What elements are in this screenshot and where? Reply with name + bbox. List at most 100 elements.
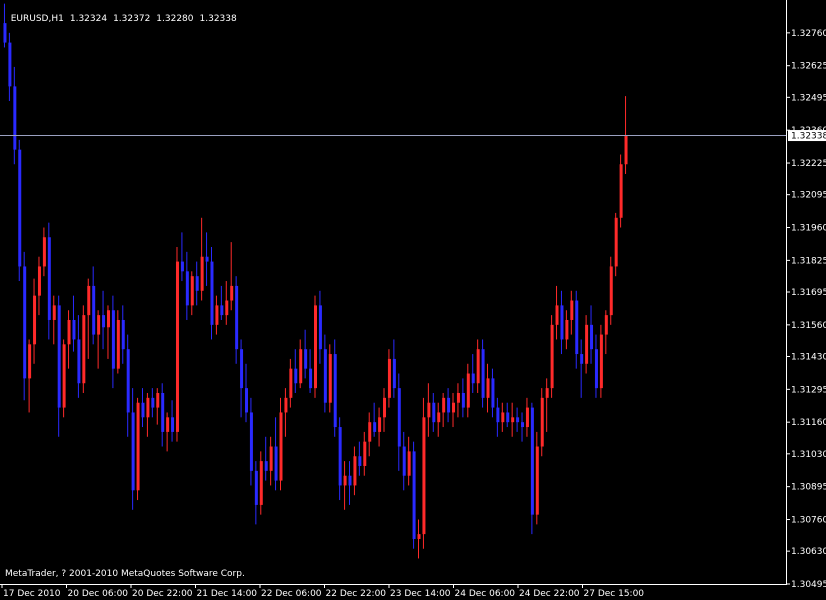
y-tick-label: 1.30495 [791, 580, 826, 590]
candle-body [116, 319, 120, 369]
candle-body [77, 339, 81, 384]
candle-body [254, 470, 258, 505]
candle-body [235, 285, 239, 350]
candle-body [397, 388, 401, 447]
candle-body [599, 334, 603, 389]
open-value: 1.32324 [69, 14, 108, 24]
candle-body [373, 422, 377, 432]
candle-body [585, 324, 589, 364]
candle-body [501, 412, 505, 423]
candle-body [314, 305, 317, 389]
candle-body [452, 402, 456, 413]
y-tick-label: 1.30895 [791, 483, 826, 493]
candle-body [180, 261, 184, 272]
candle-body [185, 271, 189, 306]
candle-body [353, 456, 357, 486]
candle-body [284, 397, 288, 413]
candle-body [333, 354, 337, 428]
candle-body [471, 373, 475, 384]
candle-body [521, 422, 525, 428]
y-tick-label: 1.32760 [791, 29, 826, 39]
candle-body [166, 417, 170, 432]
candle-body [87, 285, 91, 316]
candle-body [540, 397, 544, 447]
candle-body [516, 417, 520, 423]
candle-body [8, 42, 12, 87]
candle-body [33, 295, 37, 345]
candle-body [481, 349, 485, 398]
candle-body [62, 344, 66, 408]
x-tick-label: 20 Dec 06:00 [68, 589, 129, 599]
chart-header: EURUSD,H1 1.32324 1.32372 1.32280 1.32338 [5, 4, 243, 24]
high-value: 1.32372 [113, 14, 151, 24]
candle-body [575, 300, 579, 355]
candle-body [594, 349, 598, 389]
price-chart[interactable]: 1.327601.326251.324951.323601.322251.320… [0, 0, 826, 600]
candle-body [476, 349, 480, 384]
copyright-text: MetaTrader, ? 2001-2010 MetaQuotes Softw… [5, 569, 245, 579]
candle-body [190, 276, 194, 306]
candle-body [580, 354, 584, 364]
candle-body [156, 392, 160, 408]
candle-body [111, 310, 115, 369]
candle-body [47, 237, 51, 320]
close-value: 1.32338 [199, 14, 237, 24]
candle-body [67, 319, 71, 345]
candle-body [42, 237, 46, 267]
candle-body [447, 397, 451, 413]
candle-body [486, 378, 490, 398]
candle-body [456, 392, 460, 403]
candle-body [13, 86, 17, 150]
candle-body [432, 402, 436, 423]
y-axis: 1.327601.326251.324951.323601.322251.320… [786, 29, 826, 590]
x-tick-label: 24 Dec 22:00 [519, 589, 580, 599]
candle-body [57, 305, 61, 408]
candle-body [530, 407, 534, 515]
candle-body [328, 354, 332, 403]
candle-body [230, 285, 234, 301]
candle-body [175, 261, 179, 432]
candle-body [619, 164, 623, 218]
candle-body [407, 451, 411, 476]
y-tick-label: 1.32225 [791, 159, 826, 169]
candle-body [82, 315, 86, 384]
candle-body [491, 378, 495, 408]
candle-body [126, 349, 130, 413]
y-tick-label: 1.31030 [791, 450, 826, 460]
candles-layer [3, 3, 628, 559]
candle-body [506, 412, 510, 423]
candle-body [146, 397, 150, 418]
candle-body [343, 475, 347, 486]
candle-body [412, 451, 416, 539]
candle-body [387, 358, 391, 398]
candle-body [259, 461, 263, 505]
x-tick-label: 20 Dec 22:00 [132, 589, 193, 599]
candle-body [106, 310, 110, 328]
candle-body [402, 446, 406, 476]
candle-body [171, 417, 175, 432]
y-tick-label: 1.31560 [791, 321, 826, 331]
y-tick-label: 1.32095 [791, 191, 826, 201]
candle-body [215, 305, 219, 325]
y-tick-label: 1.31960 [791, 224, 826, 234]
candle-body [392, 358, 396, 389]
candle-body [299, 349, 303, 384]
y-tick-label: 1.32625 [791, 62, 826, 72]
candle-body [565, 319, 569, 340]
candle-body [97, 315, 101, 335]
candle-body [249, 412, 253, 471]
candle-body [545, 388, 549, 398]
candle-body [496, 407, 500, 423]
candle-body [338, 427, 342, 486]
candle-body [205, 256, 209, 262]
candle-body [161, 392, 165, 432]
y-tick-label: 1.30760 [791, 516, 826, 526]
candle-body [279, 412, 283, 481]
candle-body [28, 344, 32, 379]
candle-body [437, 412, 441, 423]
x-tick-label: 24 Dec 06:00 [455, 589, 516, 599]
candle-body [141, 402, 145, 418]
candle-body [560, 305, 564, 340]
candle-body [624, 135, 628, 165]
candle-body [294, 368, 298, 384]
